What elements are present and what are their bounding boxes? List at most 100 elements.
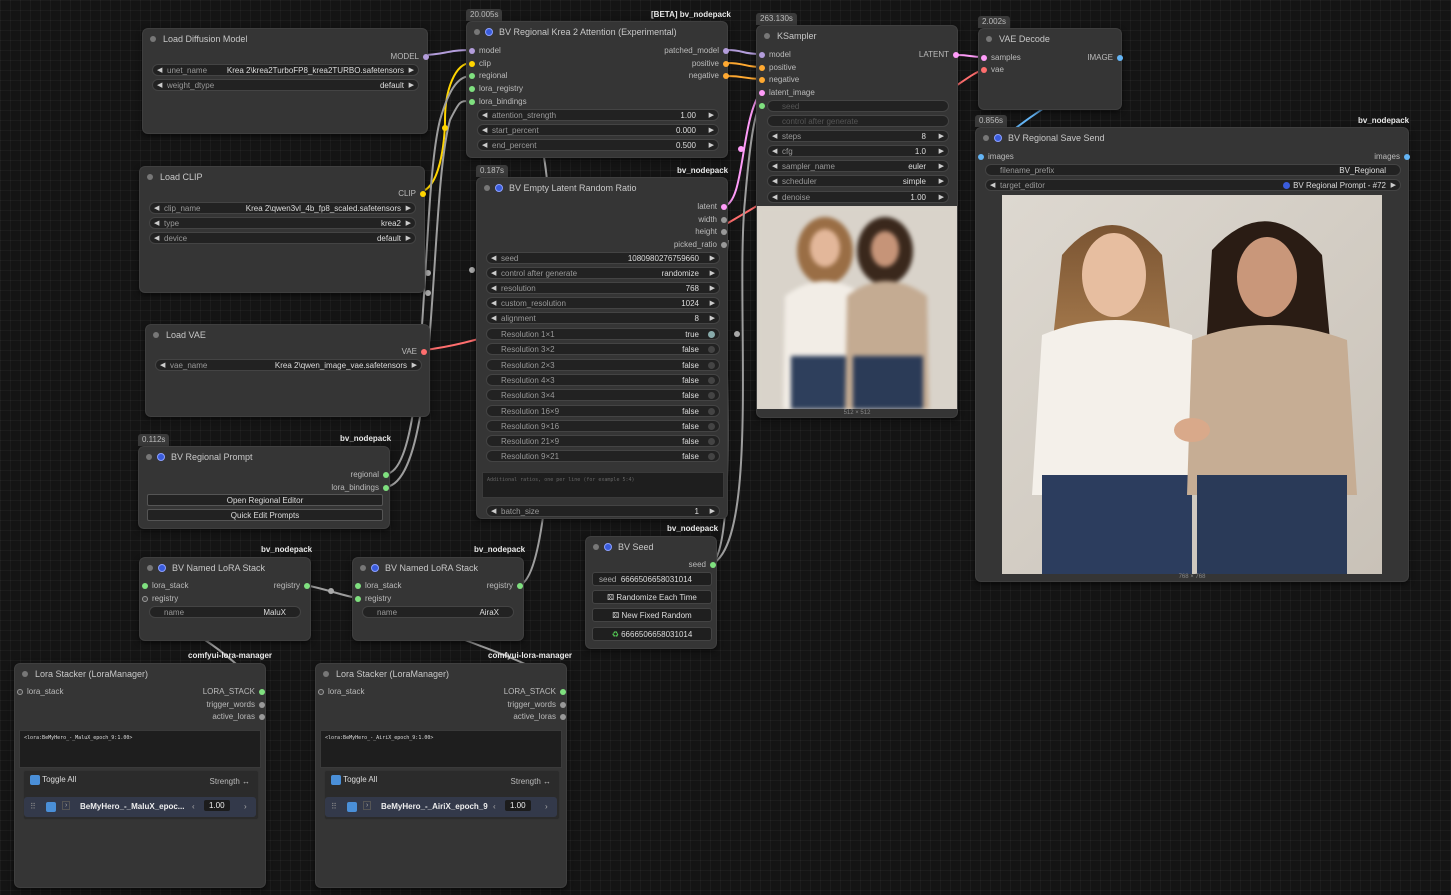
bv-empty-latent-node[interactable]: BV Empty Latent Random Ratio latent widt… [476, 177, 728, 519]
input-lora-registry[interactable]: lora_registry [469, 83, 523, 95]
input-samples[interactable]: samples [981, 52, 1021, 64]
resolution-toggle[interactable]: Resolution 21×9 false [486, 435, 720, 448]
weight-dtype-combo[interactable]: ◀ weight_dtype default ▶ [152, 79, 419, 91]
output-patched-model[interactable]: patched_model [664, 45, 729, 57]
arrow-left-icon[interactable]: ◀ [160, 360, 165, 370]
arrow-right-icon[interactable]: ▶ [406, 218, 411, 228]
arrow-left-icon[interactable]: ◀ [482, 140, 487, 150]
unet-name-combo[interactable]: ◀ unet_name Krea 2\krea2TurboFP8_krea2TURB… [152, 64, 419, 76]
slot-dot-icon[interactable] [469, 86, 475, 92]
increase-icon[interactable]: › [244, 802, 247, 811]
arrow-right-icon[interactable]: ▶ [406, 233, 411, 243]
arrow-right-icon[interactable]: ▶ [939, 176, 944, 186]
collapse-dot-icon[interactable] [147, 565, 153, 571]
arrow-left-icon[interactable]: ◀ [157, 80, 162, 90]
slot-dot-icon[interactable] [759, 65, 765, 71]
toggle-knob-icon[interactable] [708, 331, 715, 338]
arrow-right-icon[interactable]: ▶ [1391, 180, 1396, 190]
slot-dot-icon[interactable] [723, 73, 729, 79]
arrow-right-icon[interactable]: ▶ [939, 146, 944, 156]
toggle-knob-icon[interactable] [708, 392, 715, 400]
arrow-right-icon[interactable]: ▶ [710, 506, 715, 516]
output-picked-ratio[interactable]: picked_ratio [674, 239, 727, 251]
toggle-knob-icon[interactable] [708, 438, 715, 446]
additional-ratios-textarea[interactable]: Additional ratios, one per line (for exa… [482, 472, 724, 498]
arrow-right-icon[interactable]: ▶ [709, 125, 714, 135]
slot-dot-icon[interactable] [259, 702, 265, 708]
collapse-dot-icon[interactable] [983, 135, 989, 141]
device-combo[interactable]: ◀ device default ▶ [149, 232, 416, 244]
slot-dot-icon[interactable] [142, 596, 148, 602]
bv-named-lora-stack-node[interactable]: BV Named LoRA Stack lora_stack registry … [139, 557, 311, 641]
collapse-dot-icon[interactable] [146, 454, 152, 460]
output-clip[interactable]: CLIP [398, 188, 426, 200]
arrow-right-icon[interactable]: ▶ [710, 253, 715, 263]
lora-text-area[interactable]: <lora:BeMyHero_-_MaluX_epoch_9:1.00> [19, 730, 261, 768]
resolution-toggle[interactable]: Resolution 3×4 false [486, 389, 720, 402]
arrow-left-icon[interactable]: ◀ [491, 506, 496, 516]
arrow-left-icon[interactable]: ◀ [772, 192, 777, 202]
output-latent[interactable]: latent [697, 201, 727, 213]
resolution-toggle[interactable]: Resolution 4×3 false [486, 373, 720, 386]
toggle-all-row[interactable]: Toggle All [30, 775, 76, 785]
control-after-generate-combo[interactable]: ◀ control after generate randomize ▶ [486, 267, 720, 279]
arrow-left-icon[interactable]: ◀ [482, 125, 487, 135]
input-lora-stack[interactable]: lora_stack [142, 580, 188, 592]
reuse-last-seed-button[interactable]: ♻ 6666506658031014 [592, 627, 712, 641]
collapse-dot-icon[interactable] [360, 565, 366, 571]
input-lora-stack[interactable]: lora_stack [17, 686, 63, 698]
scheduler-combo[interactable]: ◀ scheduler simple ▶ [767, 175, 949, 187]
arrow-left-icon[interactable]: ◀ [154, 218, 159, 228]
slot-dot-icon[interactable] [759, 77, 765, 83]
output-regional[interactable]: regional [351, 469, 389, 481]
slot-dot-icon[interactable] [421, 349, 427, 355]
input-registry[interactable]: registry [142, 593, 178, 605]
vae-name-combo[interactable]: ◀ vae_name Krea 2\qwen_image_vae.safetenso… [155, 359, 422, 371]
lora-entry[interactable]: ⠿ › BeMyHero_-_AiriX_epoch_9 ‹ 1.00 › [325, 797, 557, 817]
slot-dot-icon[interactable] [721, 242, 727, 248]
collapse-dot-icon[interactable] [150, 36, 156, 42]
checkbox-icon[interactable] [331, 775, 341, 785]
output-lora-stack[interactable]: LORA_STACK [203, 686, 265, 698]
seed-value-field[interactable]: seed 6666506658031014 [592, 572, 712, 586]
arrow-left-icon[interactable]: ◀ [772, 146, 777, 156]
randomize-each-time-button[interactable]: ⚄ Randomize Each Time [592, 590, 712, 604]
slot-dot-icon[interactable] [759, 52, 765, 58]
load-vae-node[interactable]: Load VAE VAE ◀ vae_name Krea 2\qwen_image_… [145, 324, 430, 417]
toggle-knob-icon[interactable] [708, 346, 715, 354]
toggle-knob-icon[interactable] [708, 361, 715, 369]
bv-regional-prompt-node[interactable]: BV Regional Prompt regional lora_binding… [138, 446, 390, 529]
arrow-right-icon[interactable]: ▶ [710, 313, 715, 323]
output-positive[interactable]: positive [692, 58, 729, 70]
sampler-name-combo[interactable]: ◀ sampler_name euler ▶ [767, 160, 949, 172]
steps-input[interactable]: ◀ steps 8 ▶ [767, 130, 949, 142]
slot-dot-icon[interactable] [560, 689, 566, 695]
arrow-left-icon[interactable]: ◀ [491, 298, 496, 308]
bv-regional-attention-node[interactable]: BV Regional Krea 2 Attention (Experiment… [466, 21, 729, 158]
output-trigger-words[interactable]: trigger_words [508, 699, 566, 711]
checkbox-icon[interactable] [347, 802, 357, 812]
input-images[interactable]: images [978, 151, 1014, 163]
arrow-right-icon[interactable]: ▶ [409, 65, 414, 75]
lora-stacker-node[interactable]: Lora Stacker (LoraManager) lora_stack LO… [14, 663, 266, 888]
output-width[interactable]: width [698, 214, 727, 226]
arrow-left-icon[interactable]: ◀ [772, 131, 777, 141]
slot-dot-icon[interactable] [469, 99, 475, 105]
resolution-toggle[interactable]: Resolution 1×1 true [486, 328, 720, 340]
slot-dot-icon[interactable] [304, 583, 310, 589]
slot-dot-icon[interactable] [318, 689, 324, 695]
arrow-left-icon[interactable]: ◀ [491, 268, 496, 278]
arrow-left-icon[interactable]: ◀ [482, 110, 487, 120]
input-negative[interactable]: negative [759, 74, 799, 86]
slot-dot-icon[interactable] [469, 61, 475, 67]
start-percent-input[interactable]: ◀ start_percent 0.000 ▶ [477, 124, 719, 136]
node-title[interactable]: Lora Stacker (LoraManager) [316, 664, 566, 684]
output-registry[interactable]: registry [274, 580, 310, 592]
quick-edit-prompts-button[interactable]: Quick Edit Prompts [147, 509, 383, 521]
slot-dot-icon[interactable] [517, 583, 523, 589]
input-clip[interactable]: clip [469, 58, 491, 70]
output-height[interactable]: height [695, 226, 727, 238]
output-trigger-words[interactable]: trigger_words [207, 699, 265, 711]
arrow-right-icon[interactable]: ▶ [939, 161, 944, 171]
input-model[interactable]: model [469, 45, 501, 57]
